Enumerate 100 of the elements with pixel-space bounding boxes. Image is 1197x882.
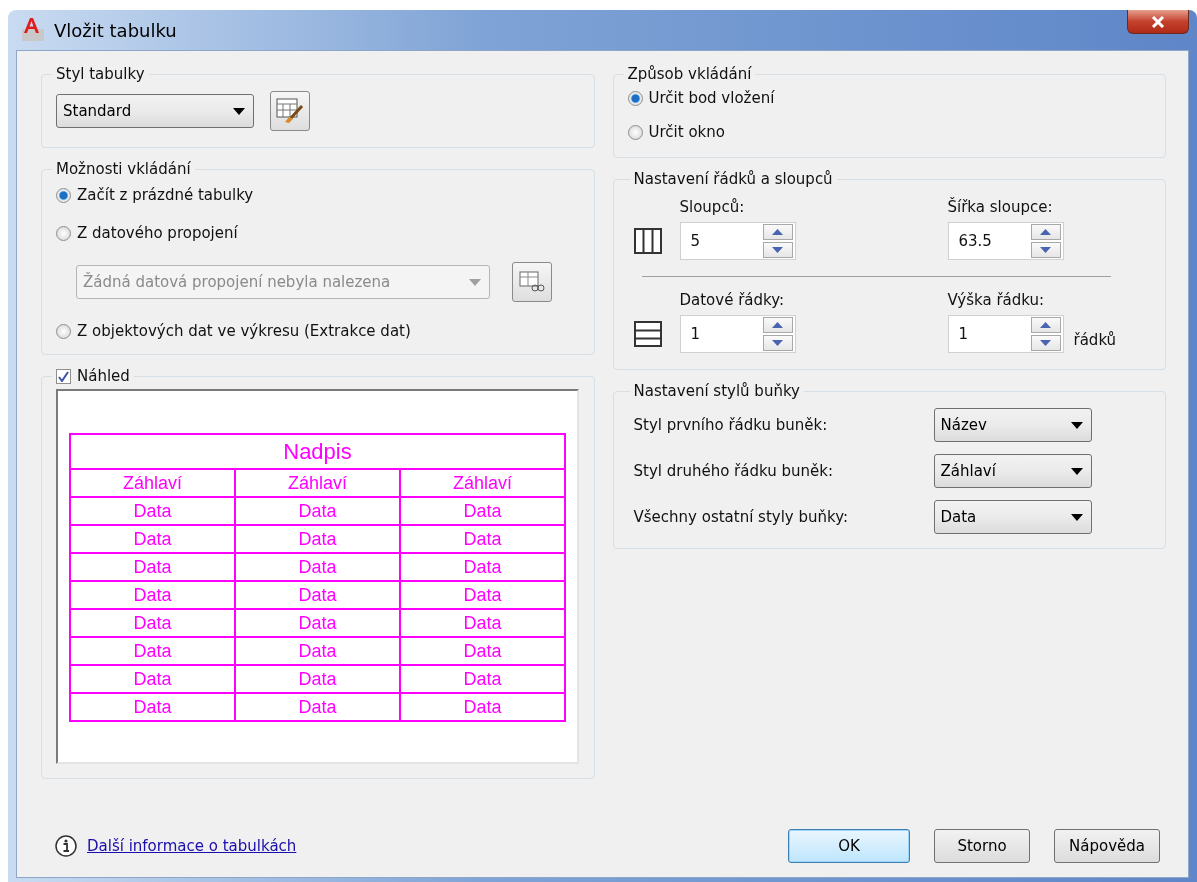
radio-option[interactable]: Určit okno (627, 123, 1151, 141)
table-cell: Data (400, 553, 565, 581)
table-style-dropdown[interactable]: Standard (56, 94, 254, 128)
table-cell: Data (400, 525, 565, 553)
columns-icon (633, 228, 662, 254)
radio-button[interactable] (56, 225, 71, 241)
field-label: Datové řádky: (679, 291, 786, 309)
dialog-button[interactable]: Storno (934, 829, 1031, 863)
radio-label: Začít z prázdné tabulky (77, 186, 254, 204)
caret-down-icon (1040, 247, 1051, 253)
table-cell: Data (70, 525, 235, 553)
rows-icon (633, 321, 662, 347)
table-title-cell: Nadpis (70, 434, 565, 469)
spin-down-button[interactable] (1030, 335, 1061, 351)
table-cell: Data (235, 637, 400, 665)
spin-down-button[interactable] (1030, 242, 1061, 258)
spin-up-button[interactable] (762, 317, 793, 333)
table-cell: Data (235, 693, 400, 721)
close-button[interactable] (1127, 10, 1189, 34)
field-label: Výška řádku: (947, 291, 1046, 309)
radio-label: Z objektových dat ve výkresu (Extrakce dat) (77, 322, 411, 340)
caret-up-icon (772, 229, 783, 235)
close-icon (1151, 15, 1165, 28)
radio-button[interactable] (627, 124, 643, 140)
spin-field[interactable]: 63.5 (947, 222, 1064, 260)
radio-label: Určit okno (648, 123, 725, 141)
table-cell: Data (235, 525, 400, 553)
radio-option[interactable]: Z objektových dat ve výkresu (Extrakce dat) (56, 322, 580, 340)
info-icon (55, 835, 77, 857)
table-cell: Data (70, 553, 235, 581)
table-cell: Data (70, 497, 235, 525)
caret-icon (469, 278, 481, 286)
table-cell: Data (400, 637, 565, 665)
unit-label: řádků (1073, 331, 1118, 349)
table-brush-icon (276, 98, 304, 124)
dialog-button[interactable]: OK (788, 829, 911, 863)
table-cell: Data (70, 581, 235, 609)
radio-button[interactable] (627, 90, 643, 106)
group-title: Možnosti vkládání (55, 160, 192, 178)
spin-field[interactable]: 5 (679, 222, 796, 260)
table-cell: Data (235, 581, 400, 609)
preview-checkbox[interactable]: Náhled (56, 367, 130, 385)
cell-style-dropdown[interactable]: Název (933, 408, 1092, 442)
checkbox[interactable] (56, 368, 71, 384)
app-logo-icon (20, 17, 46, 43)
table-cell: Data (400, 497, 565, 525)
table-cell: Data (235, 665, 400, 693)
radio-label: Určit bod vložení (648, 89, 775, 107)
group-title: Způsob vkládání (626, 65, 753, 83)
field-label: Styl prvního řádku buněk: (633, 416, 829, 434)
table-header-cell: Záhlaví (70, 469, 235, 497)
table-link-icon (519, 271, 545, 293)
table-cell: Data (70, 693, 235, 721)
spin-up-button[interactable] (1030, 317, 1061, 333)
spin-down-button[interactable] (762, 242, 793, 258)
caret-up-icon (772, 322, 783, 328)
spin-field[interactable]: 1 (679, 315, 796, 353)
table-cell: Data (235, 609, 400, 637)
radio-option[interactable]: Začít z prázdné tabulky (56, 186, 580, 204)
caret-icon (1070, 421, 1083, 429)
dialog-button[interactable]: Nápověda (1054, 829, 1160, 863)
caret-down-icon (772, 247, 783, 253)
table-cell: Data (70, 609, 235, 637)
group-title: Styl tabulky (55, 65, 146, 83)
checkmark-icon (58, 370, 69, 382)
window-title: Vložit tabulku (54, 19, 177, 41)
table-cell: Data (70, 665, 235, 693)
field-label: Šířka sloupce: (947, 198, 1054, 216)
help-link[interactable]: Další informace o tabulkách (87, 837, 297, 855)
group-title: Nastavení řádků a sloupců (632, 170, 834, 188)
table-header-cell: Záhlaví (400, 469, 565, 497)
caret-icon (1070, 513, 1083, 521)
spin-field[interactable]: 1 (947, 315, 1064, 353)
group-title: Nastavení stylů buňky (632, 382, 801, 400)
caret-up-icon (1040, 322, 1051, 328)
table-cell: Data (400, 609, 565, 637)
caret-down-icon (1040, 340, 1051, 346)
radio-button[interactable] (56, 323, 71, 339)
cell-style-dropdown[interactable]: Data (933, 500, 1092, 534)
table-style-button[interactable] (270, 91, 310, 131)
field-label: Všechny ostatní styly buňky: (633, 508, 849, 526)
table-header-cell: Záhlaví (235, 469, 400, 497)
cell-style-dropdown[interactable]: Záhlaví (933, 454, 1092, 488)
spin-up-button[interactable] (762, 224, 793, 240)
caret-down-icon (772, 340, 783, 346)
spin-down-button[interactable] (762, 335, 793, 351)
field-label: Sloupců: (679, 198, 746, 216)
data-link-button[interactable] (512, 262, 552, 302)
table-cell: Data (235, 553, 400, 581)
caret-up-icon (1040, 229, 1051, 235)
checkbox-label: Náhled (77, 367, 130, 385)
field-label: Styl druhého řádku buněk: (633, 462, 834, 480)
spin-up-button[interactable] (1030, 224, 1061, 240)
radio-option[interactable]: Z datového propojení (56, 224, 580, 242)
table-cell: Data (400, 665, 565, 693)
table-cell: Data (400, 581, 565, 609)
radio-option[interactable]: Určit bod vložení (627, 89, 1151, 107)
table-cell: Data (235, 497, 400, 525)
radio-button[interactable] (56, 187, 71, 203)
table-cell: Data (70, 637, 235, 665)
